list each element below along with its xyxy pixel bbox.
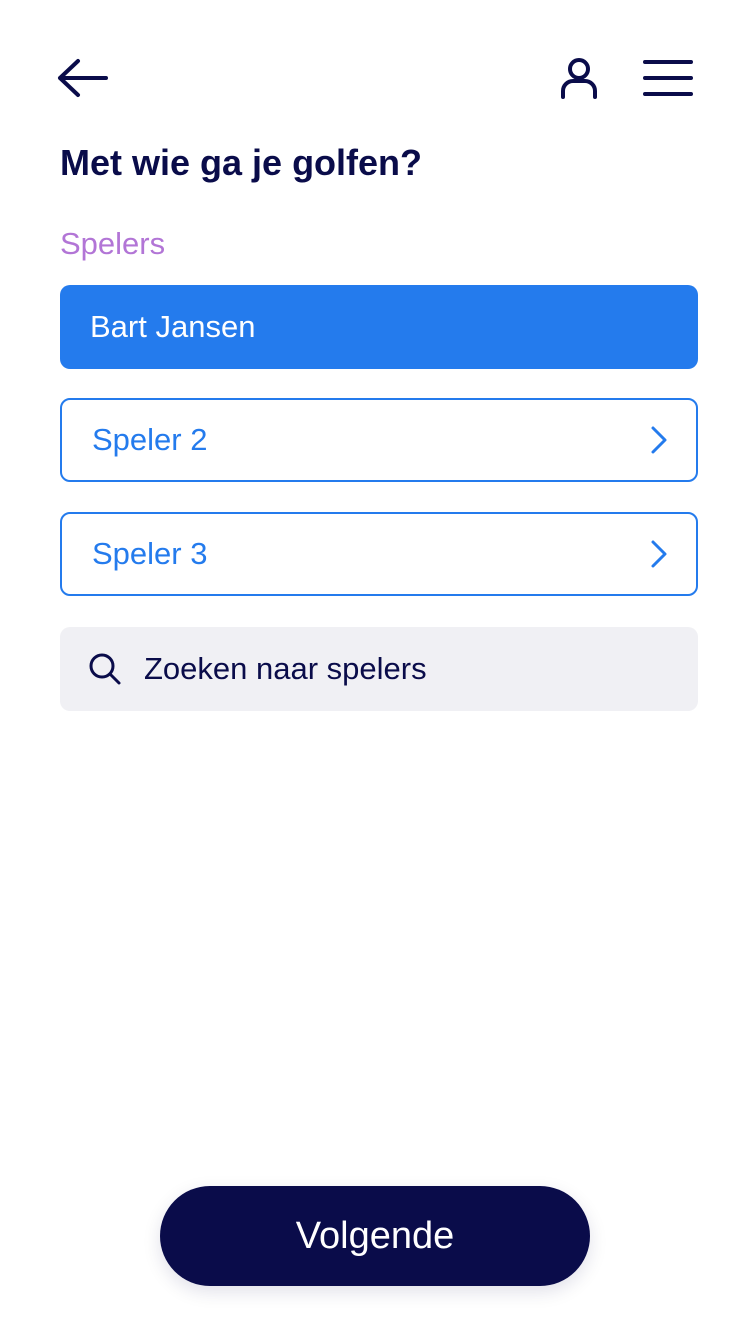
top-bar xyxy=(0,0,751,150)
player-slot-label: Bart Jansen xyxy=(90,309,256,344)
arrow-left-icon xyxy=(58,59,108,97)
menu-button[interactable] xyxy=(636,52,700,104)
chevron-right-icon xyxy=(650,425,668,455)
player-slot-1[interactable]: Bart Jansen xyxy=(60,285,698,369)
page-title: Met wie ga je golfen? xyxy=(60,142,423,183)
select-players-screen: Met wie ga je golfen? Spelers Bart Janse… xyxy=(0,0,751,1336)
search-icon xyxy=(88,652,122,686)
hamburger-menu-icon xyxy=(643,60,693,96)
player-slot-3[interactable]: Speler 3 xyxy=(60,512,698,596)
player-slot-label: Speler 3 xyxy=(92,536,208,571)
players-section-label: Spelers xyxy=(60,226,166,261)
player-slot-label: Speler 2 xyxy=(92,422,208,457)
search-placeholder: Zoeken naar spelers xyxy=(144,651,427,686)
account-button[interactable] xyxy=(552,52,606,104)
chevron-right-icon xyxy=(650,539,668,569)
player-slot-2[interactable]: Speler 2 xyxy=(60,398,698,482)
player-search-input[interactable]: Zoeken naar spelers xyxy=(60,627,698,711)
next-button[interactable]: Volgende xyxy=(160,1186,590,1286)
back-button[interactable] xyxy=(50,52,114,104)
user-icon xyxy=(561,58,597,99)
